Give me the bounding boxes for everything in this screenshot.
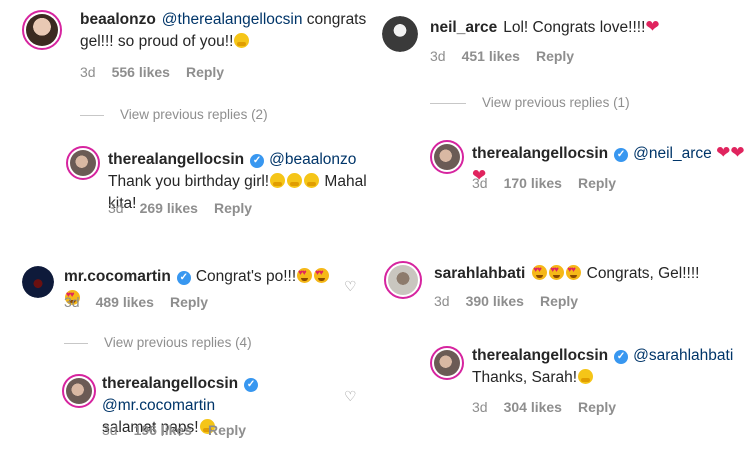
comment-text: Congrat's po!!! <box>195 268 297 285</box>
comment-text: Thanks, Sarah! <box>472 369 578 386</box>
reply-button[interactable]: Reply <box>578 399 616 415</box>
comment-time: 3d <box>430 48 446 64</box>
comment-mention[interactable]: @beaalonzo <box>269 151 356 168</box>
comment-username[interactable]: sarahlahbati <box>434 265 525 282</box>
verified-badge-icon: ✓ <box>614 350 629 364</box>
comment-username[interactable]: neil_arce <box>430 19 497 36</box>
comment-username[interactable]: beaalonzo <box>80 11 156 28</box>
comment-username[interactable]: therealangellocsin <box>472 145 608 162</box>
comment-mention[interactable]: @therealangellocsin <box>162 11 303 28</box>
comment-likes[interactable]: 196 likes <box>134 422 192 438</box>
heart-outline-icon[interactable]: ♡ <box>344 278 357 295</box>
comment-likes[interactable]: 269 likes <box>140 200 198 216</box>
smiling-face-with-heart-eyes-icon <box>532 264 548 280</box>
verified-badge-icon: ✓ <box>250 154 265 168</box>
avatar[interactable] <box>66 146 100 180</box>
verified-badge-icon: ✓ <box>244 378 259 392</box>
reply-button[interactable]: Reply <box>536 48 574 64</box>
divider-line <box>430 102 466 104</box>
hugging-face-icon <box>287 173 303 188</box>
reply-button[interactable]: Reply <box>186 64 224 80</box>
avatar[interactable] <box>22 10 62 50</box>
reply-button[interactable]: Reply <box>540 293 578 309</box>
reply-button[interactable]: Reply <box>214 200 252 216</box>
verified-badge-icon: ✓ <box>176 271 191 285</box>
verified-badge-icon: ✓ <box>614 148 629 162</box>
comment-mention[interactable]: @sarahlahbati <box>633 347 733 364</box>
avatar[interactable] <box>62 374 96 408</box>
comment-username[interactable]: therealangellocsin <box>102 375 238 392</box>
view-previous-replies[interactable]: View previous replies (4) <box>64 335 252 350</box>
avatar[interactable] <box>384 261 422 299</box>
comment-time: 3d <box>472 399 488 415</box>
comment-mention[interactable]: @mr.cocomartin <box>102 397 215 414</box>
comment-text: Lol! Congrats love!!!! <box>503 19 646 36</box>
comment-likes[interactable]: 556 likes <box>112 64 170 80</box>
comment-text: Congrats, Gel!!!! <box>582 265 700 282</box>
hugging-face-icon <box>304 173 320 188</box>
view-previous-label: View previous replies (4) <box>104 335 252 350</box>
comment-likes[interactable]: 451 likes <box>462 48 520 64</box>
view-previous-replies[interactable]: View previous replies (1) <box>430 95 630 110</box>
comment-likes[interactable]: 390 likes <box>466 293 524 309</box>
comment-username[interactable]: therealangellocsin <box>472 347 608 364</box>
comment-time: 3d <box>472 175 488 191</box>
reply-button[interactable]: Reply <box>208 422 246 438</box>
red-heart-icon: ❤ <box>716 143 731 162</box>
avatar[interactable] <box>430 140 464 174</box>
comment-time: 3d <box>434 293 450 309</box>
smiling-face-with-heart-eyes-icon <box>549 264 565 280</box>
divider-line <box>64 342 88 344</box>
view-previous-label: View previous replies (1) <box>482 95 630 110</box>
comment-time: 3d <box>64 294 80 310</box>
view-previous-replies[interactable]: View previous replies (2) <box>80 107 268 122</box>
comment-username[interactable]: mr.cocomartin <box>64 268 171 285</box>
hugging-face-icon <box>234 33 250 48</box>
reply-button[interactable]: Reply <box>170 294 208 310</box>
smiling-face-with-heart-eyes-icon <box>297 267 313 283</box>
comment-likes[interactable]: 170 likes <box>504 175 562 191</box>
comment-text: Thank you birthday girl! <box>108 173 270 190</box>
divider-line <box>80 114 104 116</box>
comment-likes[interactable]: 489 likes <box>96 294 154 310</box>
avatar[interactable] <box>22 266 54 298</box>
hugging-face-icon <box>578 369 594 384</box>
view-previous-label: View previous replies (2) <box>120 107 268 122</box>
comment-time: 3d <box>80 64 96 80</box>
heart-outline-icon[interactable]: ♡ <box>344 388 357 405</box>
reply-button[interactable]: Reply <box>578 175 616 191</box>
comment-time: 3d <box>102 422 118 438</box>
comment-likes[interactable]: 304 likes <box>504 399 562 415</box>
smiling-face-with-heart-eyes-icon <box>566 264 582 280</box>
comment-time: 3d <box>108 200 124 216</box>
avatar[interactable] <box>382 16 418 52</box>
comment-mention[interactable]: @neil_arce <box>633 145 712 162</box>
avatar[interactable] <box>430 346 464 380</box>
smiling-face-with-heart-eyes-icon <box>314 267 330 283</box>
hugging-face-icon <box>270 173 286 188</box>
comment-username[interactable]: therealangellocsin <box>108 151 244 168</box>
red-heart-icon: ❤ <box>645 17 660 36</box>
red-heart-icon: ❤ <box>730 143 745 162</box>
